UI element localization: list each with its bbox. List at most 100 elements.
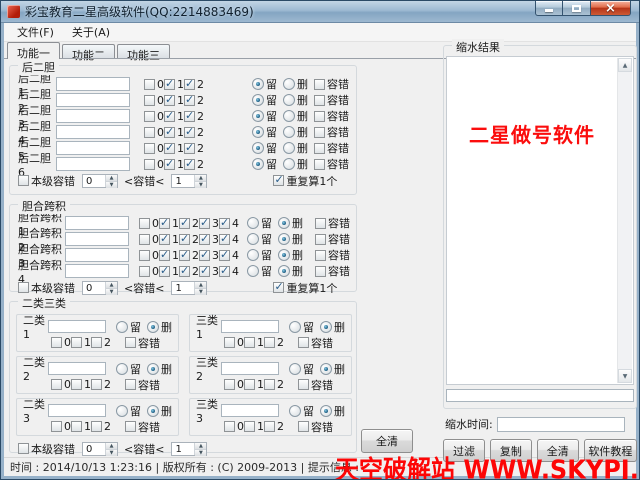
digit-2-checkbox[interactable] xyxy=(184,127,195,138)
digit-0-checkbox[interactable] xyxy=(51,421,62,432)
tolerance-checkbox[interactable] xyxy=(314,95,325,106)
delete-radio[interactable] xyxy=(147,405,159,417)
spinner-up-icon[interactable]: ▲ xyxy=(106,175,117,182)
tolerance-checkbox[interactable] xyxy=(315,250,326,261)
shrink-time-input[interactable] xyxy=(497,417,625,432)
digit-0-checkbox[interactable] xyxy=(144,95,155,106)
digit-0-checkbox[interactable] xyxy=(144,79,155,90)
digit-3-checkbox[interactable] xyxy=(199,266,210,277)
delete-radio[interactable] xyxy=(320,405,332,417)
keep-radio[interactable] xyxy=(116,405,128,417)
digit-1-checkbox[interactable] xyxy=(164,143,175,154)
dan-2-input[interactable] xyxy=(56,93,130,107)
digit-0-checkbox[interactable] xyxy=(139,250,150,261)
digit-1-checkbox[interactable] xyxy=(164,159,175,170)
delete-radio[interactable] xyxy=(278,265,290,277)
tolerance-checkbox[interactable] xyxy=(125,421,136,432)
digit-1-checkbox[interactable] xyxy=(244,379,255,390)
spinner-arrows[interactable]: ▲▼ xyxy=(105,175,117,187)
kuaji-2-input[interactable] xyxy=(65,232,129,246)
tolerance-min-spinner[interactable]: 0▲▼ xyxy=(82,442,118,456)
result-listbox[interactable]: 二星做号软件 ▲ ▼ xyxy=(446,56,634,385)
digit-2-checkbox[interactable] xyxy=(184,143,195,154)
keep-radio[interactable] xyxy=(247,249,259,261)
delete-radio[interactable] xyxy=(278,233,290,245)
scroll-up-icon[interactable]: ▲ xyxy=(618,58,632,72)
spinner-down-icon[interactable]: ▼ xyxy=(195,289,206,295)
kuaji-1-input[interactable] xyxy=(65,216,129,230)
digit-2-checkbox[interactable] xyxy=(264,337,275,348)
digit-2-checkbox[interactable] xyxy=(179,250,190,261)
digit-4-checkbox[interactable] xyxy=(219,250,230,261)
dan-3-input[interactable] xyxy=(56,109,130,123)
digit-2-checkbox[interactable] xyxy=(179,234,190,245)
digit-2-checkbox[interactable] xyxy=(184,159,195,170)
tolerance-max-spinner[interactable]: 1▲▼ xyxy=(171,281,207,295)
digit-2-checkbox[interactable] xyxy=(179,266,190,277)
spinner-down-icon[interactable]: ▼ xyxy=(195,450,206,456)
tolerance-checkbox[interactable] xyxy=(298,379,309,390)
tolerance-min-spinner[interactable]: 0▲▼ xyxy=(82,174,118,188)
delete-radio[interactable] xyxy=(278,249,290,261)
digit-0-checkbox[interactable] xyxy=(139,234,150,245)
digit-1-checkbox[interactable] xyxy=(244,337,255,348)
digit-0-checkbox[interactable] xyxy=(144,111,155,122)
keep-radio[interactable] xyxy=(252,110,264,122)
tolerance-checkbox[interactable] xyxy=(125,379,136,390)
digit-3-checkbox[interactable] xyxy=(199,234,210,245)
delete-radio[interactable] xyxy=(283,158,295,170)
tolerance-checkbox[interactable] xyxy=(314,111,325,122)
spinner-arrows[interactable]: ▲▼ xyxy=(194,443,206,455)
digit-2-checkbox[interactable] xyxy=(184,111,195,122)
dan-1-input[interactable] xyxy=(56,77,130,91)
digit-3-checkbox[interactable] xyxy=(199,218,210,229)
digit-1-checkbox[interactable] xyxy=(159,218,170,229)
spinner-down-icon[interactable]: ▼ xyxy=(106,289,117,295)
digit-1-checkbox[interactable] xyxy=(71,421,82,432)
keep-radio[interactable] xyxy=(252,94,264,106)
keep-radio[interactable] xyxy=(252,78,264,90)
digit-2-checkbox[interactable] xyxy=(264,421,275,432)
dan-4-input[interactable] xyxy=(56,125,130,139)
spinner-down-icon[interactable]: ▼ xyxy=(106,450,117,456)
spinner-up-icon[interactable]: ▲ xyxy=(195,443,206,450)
keep-radio[interactable] xyxy=(252,126,264,138)
digit-2-checkbox[interactable] xyxy=(179,218,190,229)
delete-radio[interactable] xyxy=(283,94,295,106)
digit-4-checkbox[interactable] xyxy=(219,218,230,229)
digit-0-checkbox[interactable] xyxy=(51,379,62,390)
delete-radio[interactable] xyxy=(283,78,295,90)
tolerance-checkbox[interactable] xyxy=(298,337,309,348)
tolerance-checkbox[interactable] xyxy=(314,143,325,154)
digit-1-checkbox[interactable] xyxy=(164,127,175,138)
tolerance-max-spinner[interactable]: 1▲▼ xyxy=(171,174,207,188)
close-button[interactable]: × xyxy=(590,1,631,16)
tolerance-min-spinner[interactable]: 0▲▼ xyxy=(82,281,118,295)
delete-radio[interactable] xyxy=(147,363,159,375)
tolerance-checkbox[interactable] xyxy=(125,337,136,348)
digit-0-checkbox[interactable] xyxy=(144,159,155,170)
delete-radio[interactable] xyxy=(283,126,295,138)
digit-0-checkbox[interactable] xyxy=(224,379,235,390)
delete-radio[interactable] xyxy=(283,110,295,122)
digit-1-checkbox[interactable] xyxy=(71,379,82,390)
delete-radio[interactable] xyxy=(283,142,295,154)
keep-radio[interactable] xyxy=(116,363,128,375)
class3-2-input[interactable] xyxy=(221,362,279,375)
menu-about[interactable]: 关于(A) xyxy=(63,22,119,42)
digit-2-checkbox[interactable] xyxy=(184,79,195,90)
keep-radio[interactable] xyxy=(247,233,259,245)
tolerance-checkbox[interactable] xyxy=(314,127,325,138)
tolerance-checkbox[interactable] xyxy=(298,421,309,432)
keep-radio[interactable] xyxy=(247,217,259,229)
keep-radio[interactable] xyxy=(116,321,128,333)
digit-0-checkbox[interactable] xyxy=(139,266,150,277)
digit-1-checkbox[interactable] xyxy=(164,95,175,106)
class3-1-input[interactable] xyxy=(221,320,279,333)
level-tolerance-checkbox[interactable] xyxy=(18,175,29,186)
spinner-up-icon[interactable]: ▲ xyxy=(195,282,206,289)
class2-2-input[interactable] xyxy=(48,362,106,375)
tab-function-2[interactable]: 功能二 xyxy=(62,44,115,59)
keep-radio[interactable] xyxy=(247,265,259,277)
result-line-input[interactable] xyxy=(446,389,634,402)
